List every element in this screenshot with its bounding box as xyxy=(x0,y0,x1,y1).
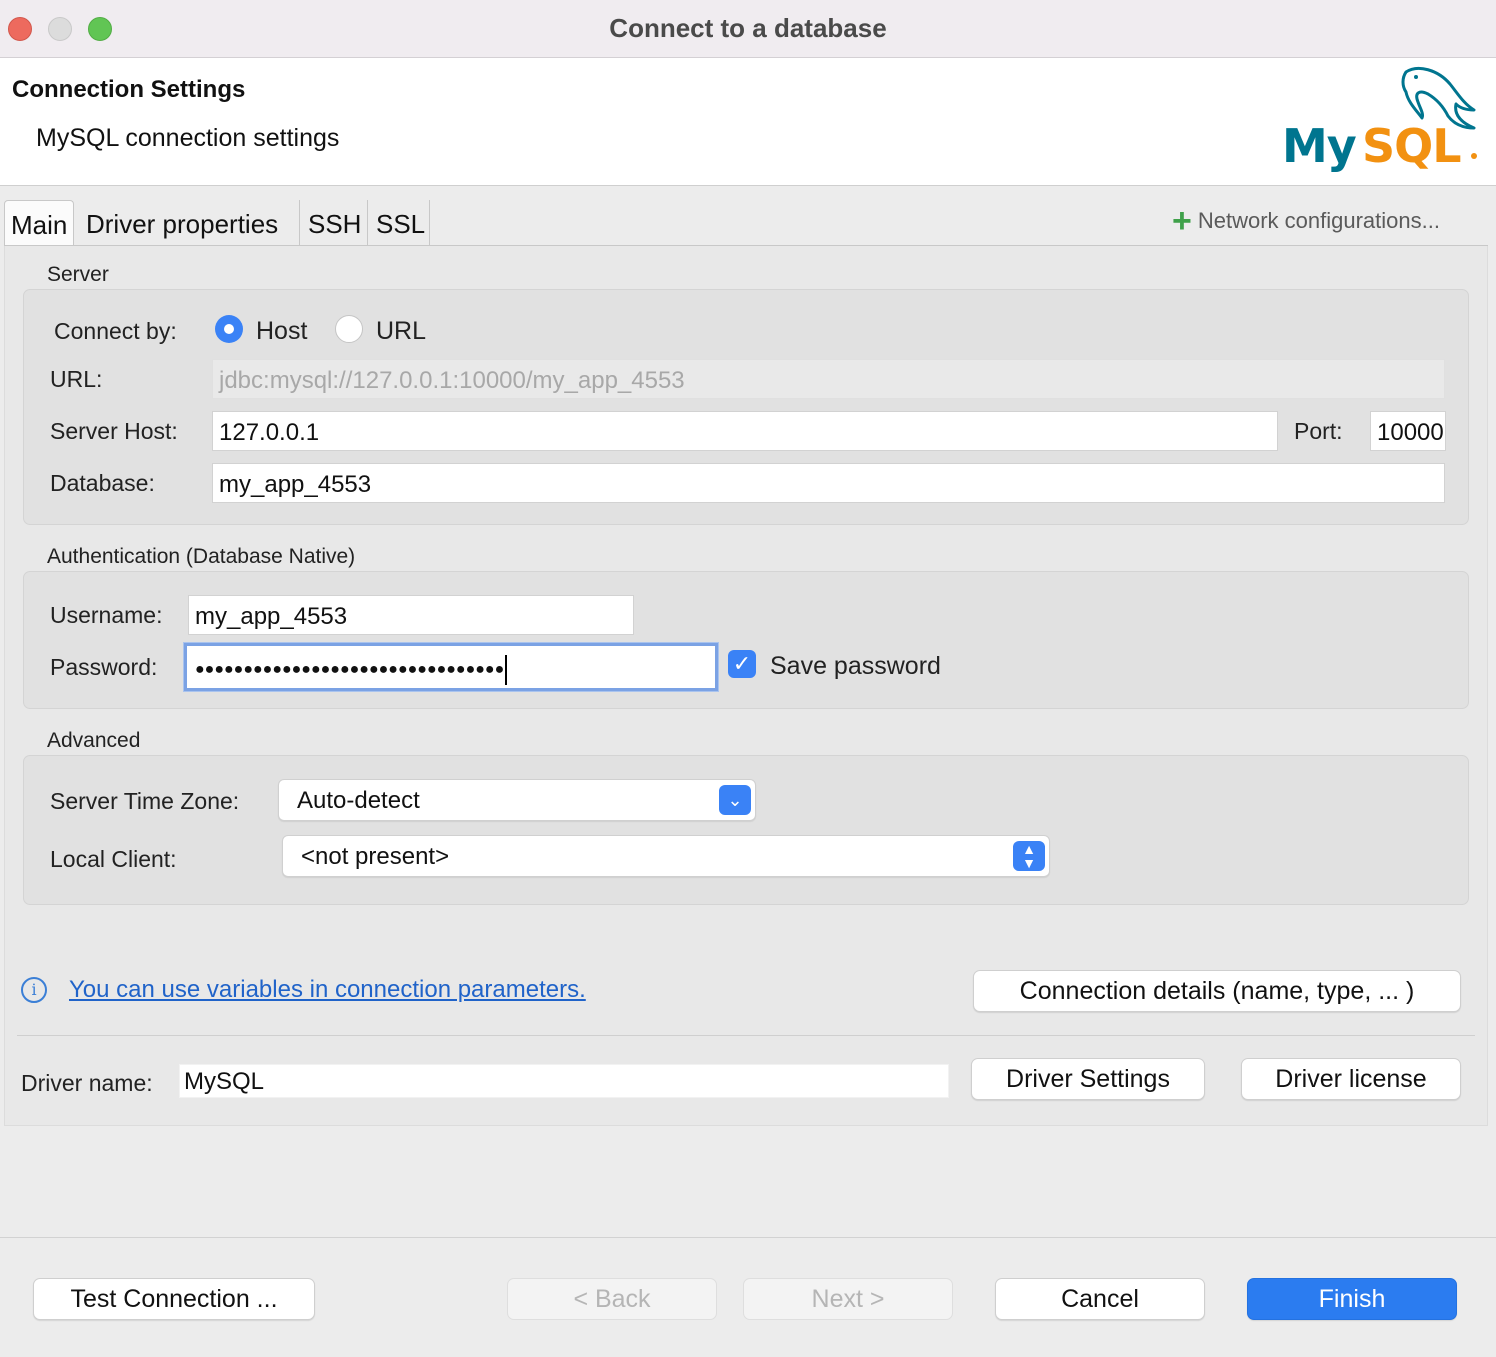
up-down-chevron-icon: ▲ ▼ xyxy=(1013,841,1045,871)
server-time-zone-dropdown[interactable]: Auto-detect ⌄ xyxy=(278,779,756,821)
page-subtitle: MySQL connection settings xyxy=(36,124,340,152)
server-time-zone-value: Auto-detect xyxy=(297,787,420,814)
host-radio-label[interactable]: Host xyxy=(256,317,307,346)
variables-help-link[interactable]: You can use variables in connection para… xyxy=(69,976,586,1004)
server-host-label: Server Host: xyxy=(50,418,178,444)
page-title: Connection Settings xyxy=(12,76,246,103)
save-password-checkbox[interactable]: ✓ xyxy=(728,650,756,678)
advanced-group: Server Time Zone: Auto-detect ⌄ Local Cl… xyxy=(23,755,1469,905)
username-label: Username: xyxy=(50,602,163,628)
url-field[interactable]: jdbc:mysql://127.0.0.1:10000/my_app_4553 xyxy=(212,359,1445,399)
title-bar: Connect to a database xyxy=(0,0,1496,58)
next-button[interactable]: Next > xyxy=(743,1278,953,1320)
cancel-button[interactable]: Cancel xyxy=(995,1278,1205,1320)
local-client-value: <not present> xyxy=(301,843,450,870)
tab-ssl[interactable]: SSL xyxy=(368,200,430,246)
driver-name-field[interactable]: MySQL xyxy=(179,1064,949,1098)
url-radio[interactable] xyxy=(335,315,363,343)
window-title: Connect to a database xyxy=(609,13,887,43)
server-time-zone-label: Server Time Zone: xyxy=(50,788,240,814)
driver-settings-button[interactable]: Driver Settings xyxy=(971,1058,1205,1100)
password-masked-value: ●●●●●●●●●●●●●●●●●●●●●●●●●●●●●●●● xyxy=(195,661,505,679)
server-host-field[interactable]: 127.0.0.1 xyxy=(212,411,1278,451)
separator xyxy=(17,1035,1475,1036)
footer-separator xyxy=(0,1237,1496,1238)
main-tab-panel: Server Connect by: Host URL URL: jdbc:my… xyxy=(4,246,1488,1126)
network-configurations-button[interactable]: + Network configurations... xyxy=(1172,202,1440,240)
server-group-label: Server xyxy=(47,263,109,286)
local-client-label: Local Client: xyxy=(50,846,177,872)
port-field[interactable]: 10000 xyxy=(1370,411,1446,451)
network-configurations-label: Network configurations... xyxy=(1197,208,1440,233)
host-radio[interactable] xyxy=(215,315,243,343)
password-label: Password: xyxy=(50,654,158,680)
url-label: URL: xyxy=(50,366,103,392)
advanced-group-label: Advanced xyxy=(47,729,141,752)
svg-text:SQL: SQL xyxy=(1362,119,1461,173)
back-button[interactable]: < Back xyxy=(507,1278,717,1320)
dialog-header: Connection Settings MySQL connection set… xyxy=(0,58,1496,186)
driver-license-button[interactable]: Driver license xyxy=(1241,1058,1461,1100)
chevron-down-icon: ⌄ xyxy=(719,785,751,815)
tab-ssh[interactable]: SSH xyxy=(300,200,368,246)
password-field[interactable]: ●●●●●●●●●●●●●●●●●●●●●●●●●●●●●●●● xyxy=(184,643,718,691)
database-field[interactable]: my_app_4553 xyxy=(212,463,1445,503)
username-field[interactable]: my_app_4553 xyxy=(188,595,634,635)
authentication-group: Username: my_app_4553 Password: ●●●●●●●●… xyxy=(23,571,1469,709)
local-client-select[interactable]: <not present> ▲ ▼ xyxy=(282,835,1050,877)
tab-main[interactable]: Main xyxy=(4,200,74,246)
test-connection-button[interactable]: Test Connection ... xyxy=(33,1278,315,1320)
save-password-label[interactable]: Save password xyxy=(770,652,941,681)
driver-name-label: Driver name: xyxy=(21,1070,153,1096)
url-radio-label[interactable]: URL xyxy=(376,317,426,346)
server-group: Connect by: Host URL URL: jdbc:mysql://1… xyxy=(23,289,1469,525)
tab-driver-properties[interactable]: Driver properties xyxy=(74,200,300,246)
connect-by-label: Connect by: xyxy=(54,318,177,344)
svg-text:My: My xyxy=(1282,119,1357,173)
port-label: Port: xyxy=(1294,418,1343,444)
authentication-group-label: Authentication (Database Native) xyxy=(47,545,356,568)
finish-button[interactable]: Finish xyxy=(1247,1278,1457,1320)
plus-icon: + xyxy=(1172,202,1192,240)
connection-details-button[interactable]: Connection details (name, type, ... ) xyxy=(973,970,1461,1012)
mysql-logo: My SQL xyxy=(1282,67,1477,173)
info-icon: i xyxy=(21,977,47,1003)
text-caret xyxy=(505,655,508,685)
database-label: Database: xyxy=(50,470,155,496)
